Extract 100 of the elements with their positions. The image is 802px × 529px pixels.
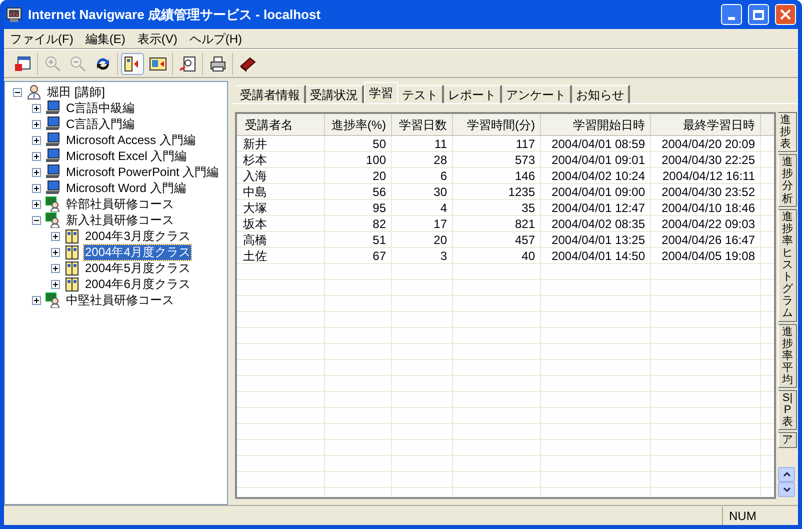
- classroom-icon: [64, 260, 80, 276]
- window-icon: [14, 54, 32, 72]
- column-header[interactable]: 学習時間(分): [453, 114, 541, 135]
- expand-toggle[interactable]: [32, 184, 41, 192]
- tree-item[interactable]: 2004年4月度クラス: [84, 244, 192, 260]
- table-cell: 11: [392, 136, 453, 151]
- table-cell: 6: [392, 168, 453, 183]
- plus-icon: [33, 200, 40, 208]
- table-cell: 2004/04/01 14:50: [541, 248, 651, 263]
- tab[interactable]: レポート: [444, 85, 502, 103]
- tree-item[interactable]: Microsoft PowerPoint 入門編: [65, 164, 220, 180]
- menu-item[interactable]: 編集(E): [79, 30, 132, 48]
- table-cell: 82: [325, 216, 392, 231]
- column-header[interactable]: 学習日数: [392, 114, 453, 135]
- collapse-toggle[interactable]: [13, 88, 22, 96]
- table-cell: 146: [453, 168, 541, 183]
- expand-toggle[interactable]: [51, 280, 60, 288]
- computer-icon: [45, 164, 61, 180]
- table-cell: 杉本: [237, 152, 325, 167]
- plus-icon: [33, 120, 40, 128]
- tab[interactable]: 受講者情報: [236, 85, 306, 103]
- expand-toggle[interactable]: [51, 264, 60, 272]
- table-cell: 821: [453, 216, 541, 231]
- side-tab[interactable]: 進捗分析: [778, 154, 797, 207]
- tab[interactable]: テスト: [398, 85, 444, 103]
- plus-icon: [33, 104, 40, 112]
- expand-toggle[interactable]: [32, 136, 41, 144]
- tree-item[interactable]: 中堅社員研修コース: [65, 292, 175, 308]
- table-cell: 20: [392, 232, 453, 247]
- tree-item[interactable]: 2004年5月度クラス: [84, 260, 192, 276]
- column-header[interactable]: 最終学習日時: [651, 114, 761, 135]
- expand-toggle[interactable]: [51, 248, 60, 256]
- tree-item[interactable]: Microsoft Excel 入門編: [65, 148, 188, 164]
- expand-toggle[interactable]: [32, 200, 41, 208]
- menu-item[interactable]: ヘルプ(H): [183, 30, 248, 48]
- expand-toggle[interactable]: [32, 120, 41, 128]
- computer-icon: [45, 132, 61, 148]
- expand-toggle[interactable]: [32, 152, 41, 160]
- side-tab[interactable]: ア: [778, 432, 797, 448]
- table-cell: 2004/04/01 09:01: [541, 152, 651, 167]
- side-tab[interactable]: 進捗表: [778, 112, 797, 152]
- plus-icon: [33, 152, 40, 160]
- zoom-out-icon: [68, 54, 86, 72]
- table-cell: 117: [453, 136, 541, 151]
- window-title: Internet Navigware 成績管理サービス - localhost: [28, 6, 322, 24]
- table-cell: 2004/04/26 16:47: [651, 232, 761, 247]
- chevron-up-icon: [782, 472, 790, 477]
- table-cell: 2004/04/10 18:46: [651, 200, 761, 215]
- close-button[interactable]: [775, 4, 796, 25]
- column-header[interactable]: 受講者名: [237, 114, 325, 135]
- table-cell: 2004/04/22 09:03: [651, 216, 761, 231]
- table-cell: 2004/04/02 08:35: [541, 216, 651, 231]
- scroll-down-button[interactable]: [778, 482, 795, 497]
- side-tab[interactable]: 進捗率平均: [778, 324, 797, 388]
- presenter-icon: [45, 196, 61, 212]
- column-header[interactable]: 学習開始日時: [541, 114, 651, 135]
- tree-item[interactable]: 幹部社員研修コース: [65, 196, 175, 212]
- collapse-toggle[interactable]: [32, 216, 41, 224]
- toolbar-button[interactable]: [121, 52, 144, 74]
- side-tab[interactable]: 進捗率ヒストグラム: [778, 208, 797, 322]
- table-cell: 51: [325, 232, 392, 247]
- table-cell: 40: [453, 248, 541, 263]
- tree-item[interactable]: Microsoft Word 入門編: [65, 180, 187, 196]
- tree-item[interactable]: 2004年3月度クラス: [84, 228, 192, 244]
- plus-icon: [33, 136, 40, 144]
- presenter-icon: [45, 212, 61, 228]
- minimize-button[interactable]: [721, 4, 742, 25]
- menu-item[interactable]: 表示(V): [131, 30, 184, 48]
- scroll-up-button[interactable]: [778, 467, 795, 482]
- table-cell: 2004/04/30 22:25: [651, 152, 761, 167]
- expand-toggle[interactable]: [32, 168, 41, 176]
- table-cell: 17: [392, 216, 453, 231]
- tab[interactable]: アンケート: [502, 85, 572, 103]
- menu-item[interactable]: ファイル(F): [4, 30, 80, 48]
- computer-icon: [45, 100, 61, 116]
- maximize-button[interactable]: [748, 4, 769, 25]
- app-icon: [6, 6, 22, 22]
- tree-item[interactable]: C言語入門編: [65, 116, 136, 132]
- tab[interactable]: 学習: [364, 82, 398, 103]
- computer-icon: [45, 116, 61, 132]
- computer-icon: [45, 148, 61, 164]
- expand-toggle[interactable]: [51, 232, 60, 240]
- expand-toggle[interactable]: [32, 104, 41, 112]
- table-cell: 3: [392, 248, 453, 263]
- tree-item[interactable]: 2004年6月度クラス: [84, 276, 192, 292]
- plus-icon: [52, 264, 59, 272]
- tab[interactable]: お知らせ: [572, 85, 630, 103]
- column-header[interactable]: 進捗率(%): [325, 114, 392, 135]
- table-cell: 28: [392, 152, 453, 167]
- tree-item[interactable]: 新入社員研修コース: [65, 212, 175, 228]
- tree-item[interactable]: Microsoft Access 入門編: [65, 132, 196, 148]
- tree-item[interactable]: C言語中級編: [65, 100, 136, 116]
- table-cell: 2004/04/20 20:09: [651, 136, 761, 151]
- tree-item[interactable]: 堀田 [講師]: [46, 84, 106, 100]
- table-cell: 坂本: [237, 216, 325, 231]
- classroom-icon: [64, 244, 80, 260]
- table-cell: 50: [325, 136, 392, 151]
- side-tab[interactable]: S|P表: [778, 390, 797, 430]
- table-cell: 2004/04/01 13:25: [541, 232, 651, 247]
- expand-toggle[interactable]: [32, 296, 41, 304]
